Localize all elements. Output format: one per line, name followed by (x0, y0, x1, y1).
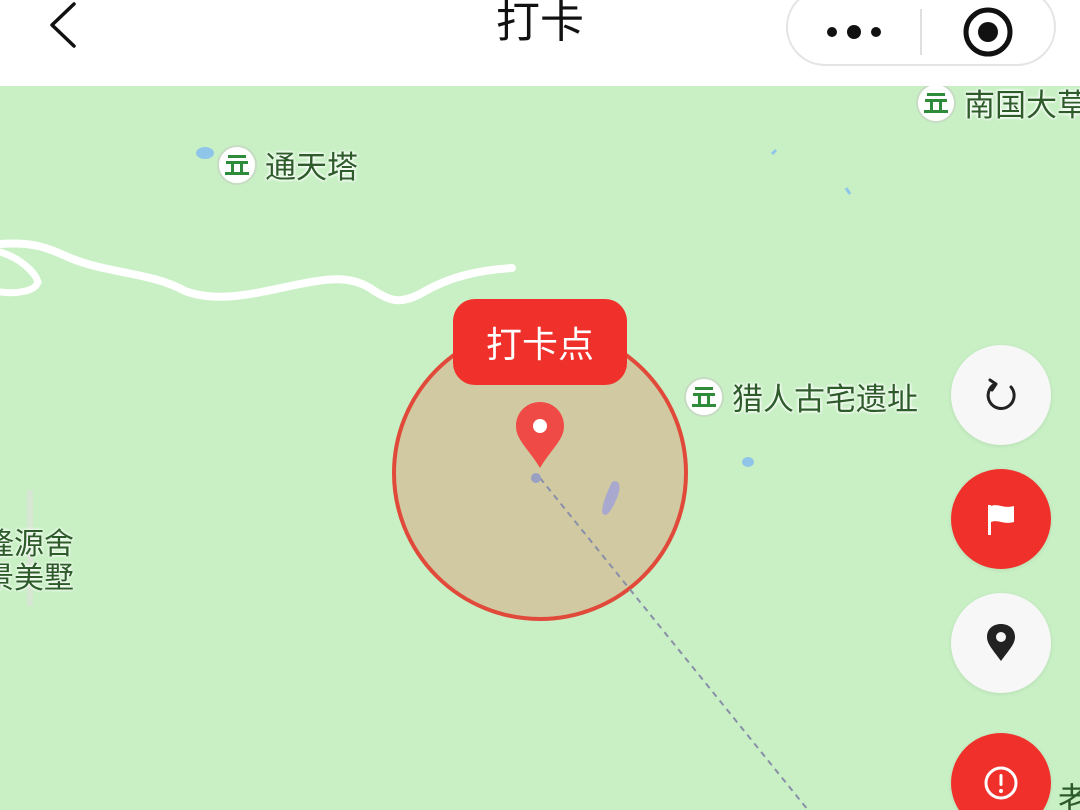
checkin-point-tag[interactable]: 打卡点 (453, 299, 627, 385)
scenic-spot-icon (916, 86, 956, 123)
chevron-left-icon (50, 2, 76, 48)
flag-icon (988, 505, 1014, 535)
location-pin-icon (987, 624, 1015, 661)
stream (844, 187, 852, 195)
pond (196, 147, 214, 159)
poi-label: 南国大草 (964, 88, 1080, 124)
scenic-spot-icon (217, 144, 257, 185)
area-label-line: 隆源舍 (0, 527, 74, 562)
road (0, 239, 516, 305)
more-button[interactable] (788, 0, 920, 64)
alert-icon (984, 766, 1018, 800)
back-button[interactable] (28, 0, 98, 50)
poi-item[interactable]: 南国大草 (916, 86, 1080, 125)
refresh-button[interactable] (951, 345, 1051, 445)
my-location-button[interactable] (951, 593, 1051, 693)
target-circle-icon (963, 7, 1013, 57)
poi-label: 通天塔 (265, 150, 358, 186)
more-dots-icon (827, 25, 881, 39)
map-canvas (0, 147, 852, 810)
navigation-bar: 打卡 (0, 0, 1080, 86)
poi-label: 猎人古宅遗址 (732, 382, 918, 418)
poi-item[interactable]: 通天塔 (217, 142, 358, 187)
map-view[interactable]: 南国大草 通天塔 猎人古宅遗址 隆源舍 景美 (0, 86, 1080, 810)
road-branch (0, 248, 42, 297)
checkin-flag-button[interactable] (951, 469, 1051, 569)
poi-item[interactable]: 猎人古宅遗址 (684, 374, 918, 419)
mini-program-capsule (786, 0, 1056, 66)
refresh-icon (986, 378, 1016, 410)
user-location-dot (531, 473, 541, 483)
area-label: 隆源舍 景美墅 (0, 528, 74, 596)
area-label-line: 景美墅 (0, 561, 74, 596)
side-label: 老 (1058, 780, 1080, 810)
stream (770, 148, 778, 156)
scenic-spot-icon (684, 376, 724, 417)
close-mini-program-button[interactable] (922, 0, 1054, 64)
pond (742, 457, 754, 467)
